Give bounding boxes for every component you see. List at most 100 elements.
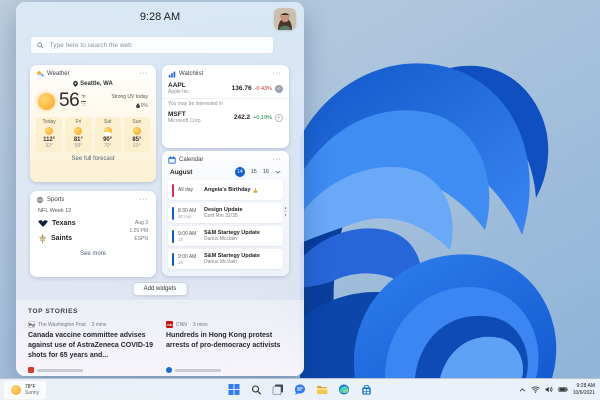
news-story-partial[interactable] (166, 367, 292, 374)
forecast-day[interactable]: Sun 85° 69° (123, 117, 150, 152)
team-name: Saints (51, 235, 73, 242)
forecast-day-label: Sat (103, 119, 112, 125)
event-color-bar (172, 252, 174, 266)
story-source: CNN (176, 321, 187, 328)
calendar-title: Calendar (179, 157, 204, 163)
forecast-day-label: Sun (132, 119, 142, 125)
forecast-row: Today 112° 92° Fri 81° 68° Sat 90° 70° S… (30, 114, 156, 152)
add-widgets-button[interactable]: Add widgets (132, 282, 188, 296)
precipitation: 0% (111, 103, 148, 109)
sunny-icon (74, 127, 83, 135)
start-button[interactable] (227, 382, 242, 397)
team-row-saints[interactable]: Saints (38, 231, 129, 246)
team-row-texans[interactable]: Texans (38, 216, 129, 231)
story-headline: Canada vaccine committee advises against… (28, 332, 154, 359)
calendar-more-options-icon[interactable]: ··· (271, 156, 284, 163)
story-age: · 3 mins (88, 321, 107, 328)
unit-celsius-toggle[interactable]: °C (81, 102, 86, 108)
calendar-icon (168, 156, 176, 164)
edge-browser-button[interactable] (337, 382, 352, 397)
texans-logo-icon (38, 220, 48, 227)
location-pin-icon (73, 81, 79, 87)
weather-icon (37, 71, 44, 78)
washington-post-icon: Wp (28, 321, 35, 328)
weather-more-options-icon[interactable]: ··· (138, 70, 151, 77)
taskbar: 78°F Sunny 9:28 AM 10/6/2021 (0, 378, 600, 400)
forecast-low: 70° (103, 143, 112, 149)
watchlist-header: Watchlist ··· (162, 65, 289, 80)
forecast-low: 69° (133, 143, 141, 149)
news-story[interactable]: Wp The Washington Post · 3 mins Canada v… (28, 321, 154, 360)
game-network: ESPN (134, 235, 148, 242)
stock-row-msft[interactable]: MSFT Microsoft Corp. 242.2 +0.19% + (162, 109, 289, 126)
user-avatar[interactable] (274, 8, 296, 30)
calendar-event[interactable]: 8:30 AM 30 min Design Update Conf Rm 32/… (168, 203, 283, 223)
web-search-bar[interactable] (30, 36, 274, 54)
see-full-forecast-link[interactable]: See full forecast (30, 152, 156, 165)
news-source-icon (28, 367, 34, 374)
event-time: All day (178, 187, 194, 193)
calendar-date[interactable]: 16 (263, 169, 269, 175)
weather-header: Weather ··· (30, 65, 156, 80)
calendar-date[interactable]: 15 (251, 169, 257, 175)
microsoft-store-button[interactable] (359, 382, 374, 397)
forecast-day[interactable]: Today 112° 92° (36, 117, 63, 152)
taskbar-widgets-button[interactable]: 78°F Sunny (4, 381, 47, 399)
taskbar-weather-condition: Sunny (25, 390, 40, 396)
file-explorer-button[interactable] (315, 382, 330, 397)
sports-more-options-icon[interactable]: ··· (138, 196, 151, 203)
event-color-bar (172, 206, 174, 220)
birthday-cake-icon (253, 187, 257, 193)
chat-button[interactable] (293, 382, 308, 397)
stock-company: Apple Inc. (168, 89, 191, 95)
news-story-partial[interactable] (28, 367, 154, 374)
sports-widget[interactable]: Sports ··· NFL Week 12 Texans Saints Aug… (30, 191, 156, 277)
watchlist-add-icon[interactable]: + (275, 113, 283, 122)
sports-title: Sports (47, 197, 65, 203)
calendar-date-selected[interactable]: 14 (234, 167, 245, 177)
system-tray: 9:28 AM 10/6/2021 (519, 379, 595, 400)
weather-widget[interactable]: Weather ··· Seattle, WA 56 °F °C Strong … (30, 65, 156, 182)
calendar-header: Calendar ··· (162, 151, 289, 166)
clock-time: 9:28 AM (576, 382, 595, 389)
calendar-event[interactable]: All day Angela's Birthday (168, 180, 283, 200)
watchlist-widget[interactable]: Watchlist ··· AAPL Apple Inc. 136.76 -0.… (162, 65, 289, 148)
weather-current: 56 °F °C Strong UV today 0% (30, 87, 156, 114)
news-story[interactable]: CNN CNN · 3 mins Hundreds in Hong Kong p… (166, 321, 292, 360)
cnn-icon: CNN (166, 321, 173, 328)
matchup: Texans Saints Aug 3 1:25 PM ESPN (30, 215, 156, 247)
watchlist-more-options-icon[interactable]: ··· (271, 70, 284, 77)
taskbar-clock[interactable]: 9:28 AM 10/6/2021 (573, 383, 595, 397)
event-subtitle: Conf Rm 32/35 (204, 213, 238, 219)
volume-icon[interactable] (545, 386, 553, 393)
scrollbar-indicator[interactable] (284, 207, 286, 216)
chevron-down-icon[interactable] (275, 170, 281, 174)
task-view-button[interactable] (271, 382, 286, 397)
see-more-link[interactable]: See more (30, 247, 156, 260)
weather-location-label: Seattle, WA (80, 81, 113, 87)
precipitation-value: 0% (140, 102, 148, 109)
unit-fahrenheit-toggle[interactable]: °F (81, 94, 87, 102)
raindrop-icon (135, 103, 140, 108)
watchlist-added-icon[interactable]: ✓ (275, 84, 283, 93)
calendar-widget[interactable]: Calendar ··· August 14 15 16 All day Ang… (162, 151, 289, 276)
story-age: · 3 mins (189, 321, 208, 328)
wifi-icon[interactable] (531, 386, 540, 393)
forecast-day[interactable]: Fri 81° 68° (65, 117, 92, 152)
battery-icon[interactable] (558, 387, 568, 392)
current-temperature: 56 (59, 90, 80, 111)
event-color-bar (172, 229, 174, 243)
tray-chevron-up-icon[interactable] (519, 387, 526, 392)
uv-note: Strong UV today (111, 93, 148, 100)
calendar-event[interactable]: 9:00 AM 1h S&M Startegy Update Darius Mc… (168, 226, 283, 246)
desktop: 9:28 AM Type here to search the web Weat… (0, 0, 600, 400)
forecast-low: 68° (74, 143, 83, 149)
search-input[interactable] (47, 40, 267, 50)
sports-header: Sports ··· (30, 191, 156, 206)
calendar-event[interactable]: 9:00 AM 1h S&M Startegy Update Darius Mc… (168, 249, 283, 269)
stock-symbol: MSFT (168, 111, 186, 118)
search-button[interactable] (249, 382, 264, 397)
stock-change: +0.19% (253, 114, 272, 121)
forecast-day[interactable]: Sat 90° 70° (94, 117, 121, 152)
stock-row-aapl[interactable]: AAPL Apple Inc. 136.76 -0.43% ✓ (162, 80, 289, 97)
